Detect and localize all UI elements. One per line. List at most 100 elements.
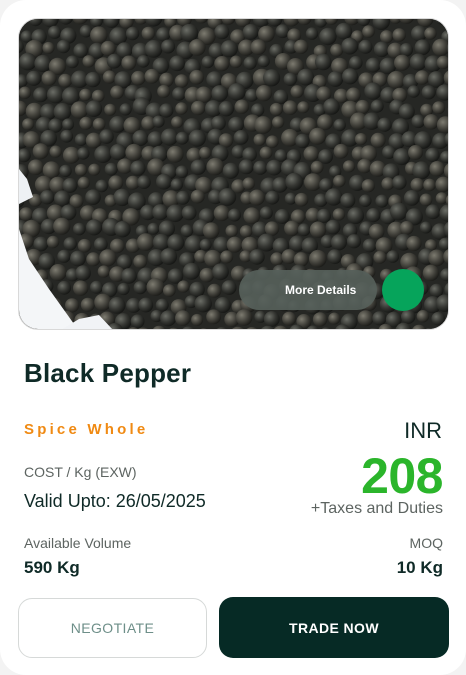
peppercorn — [190, 189, 205, 204]
peppercorn — [325, 219, 341, 235]
peppercorn — [160, 128, 179, 146]
peppercorn — [53, 217, 71, 235]
available-volume-label: Available Volume — [24, 535, 132, 551]
peppercorn — [330, 234, 347, 251]
peppercorn — [152, 204, 169, 221]
peppercorn — [362, 25, 375, 38]
peppercorn — [77, 176, 90, 189]
peppercorn — [293, 39, 309, 54]
peppercorn — [53, 103, 72, 121]
trade-now-button[interactable]: TRADE NOW — [219, 597, 449, 658]
peppercorn — [218, 101, 234, 117]
peppercorn — [235, 309, 253, 326]
peppercorn — [309, 221, 327, 238]
peppercorn — [319, 27, 337, 46]
peppercorn — [82, 55, 95, 68]
trade-now-label: TRADE NOW — [289, 619, 379, 636]
peppercorn — [22, 118, 35, 131]
peppercorn — [117, 158, 133, 174]
peppercorn — [380, 30, 394, 44]
peppercorn — [317, 114, 333, 131]
peppercorn — [332, 208, 346, 221]
peppercorn — [370, 99, 384, 113]
peppercorn — [242, 24, 259, 40]
peppercorn — [333, 143, 349, 159]
peppercorn — [272, 177, 288, 193]
peppercorn — [275, 24, 290, 39]
peppercorn — [441, 329, 449, 330]
peppercorn — [239, 225, 253, 238]
peppercorn — [446, 317, 448, 327]
peppercorn — [238, 159, 254, 175]
peppercorn — [138, 297, 154, 313]
peppercorn — [414, 70, 430, 85]
peppercorn — [108, 297, 126, 314]
peppercorn — [346, 234, 362, 249]
peppercorn — [195, 86, 212, 103]
peppercorn — [347, 207, 365, 225]
peppercorn — [346, 87, 361, 103]
peppercorn — [49, 145, 62, 158]
peppercorn — [132, 130, 149, 146]
peppercorn — [309, 127, 327, 145]
peppercorn — [86, 252, 101, 267]
peppercorn — [56, 39, 71, 54]
peppercorn — [206, 157, 224, 176]
peppercorn — [270, 252, 284, 266]
peppercorn — [330, 43, 344, 57]
peppercorn — [32, 143, 49, 160]
peppercorn — [166, 204, 184, 223]
peppercorn — [386, 250, 400, 263]
peppercorn — [90, 280, 103, 294]
peppercorn — [422, 264, 439, 281]
peppercorn — [266, 159, 282, 176]
peppercorn — [99, 249, 117, 267]
peppercorn — [163, 284, 176, 297]
peppercorn — [226, 236, 243, 253]
peppercorn — [221, 280, 237, 295]
peppercorn — [263, 311, 280, 327]
peppercorn — [445, 19, 448, 24]
peppercorn — [175, 131, 189, 145]
currency-label: INR — [404, 418, 442, 443]
peppercorn — [70, 250, 86, 267]
peppercorn — [97, 265, 110, 278]
peppercorn — [282, 311, 297, 326]
peppercorn — [323, 98, 340, 115]
peppercorn — [366, 208, 381, 223]
peppercorn — [199, 238, 212, 251]
peppercorn — [401, 309, 416, 324]
peppercorn — [243, 207, 261, 225]
peppercorn — [377, 117, 392, 132]
peppercorn — [114, 221, 131, 238]
peppercorn — [95, 179, 109, 193]
peppercorn — [214, 56, 230, 72]
peppercorn — [423, 178, 436, 192]
peppercorn — [229, 55, 243, 68]
peppercorn — [77, 238, 92, 253]
peppercorn — [147, 222, 160, 235]
peppercorn — [340, 192, 356, 208]
peppercorn — [218, 188, 237, 206]
peppercorn — [117, 282, 130, 296]
peppercorn — [181, 205, 197, 221]
peppercorn — [392, 28, 406, 42]
peppercorn — [161, 39, 176, 54]
peppercorn — [432, 38, 448, 57]
peppercorn — [253, 133, 266, 146]
peppercorn — [389, 202, 408, 221]
peppercorn — [416, 310, 430, 323]
peppercorn — [188, 129, 206, 147]
peppercorn — [28, 159, 44, 175]
peppercorn — [312, 312, 328, 327]
moq-label: MOQ — [409, 535, 443, 551]
more-details-button[interactable]: More Details — [239, 270, 377, 310]
peppercorn — [250, 39, 267, 55]
peppercorn — [274, 149, 288, 162]
peppercorn — [156, 173, 172, 190]
peppercorn — [199, 267, 214, 283]
negotiate-button[interactable]: NEGOTIATE — [18, 598, 207, 658]
peppercorn — [93, 237, 108, 252]
status-dot-icon[interactable] — [382, 269, 424, 311]
peppercorn — [166, 145, 184, 163]
